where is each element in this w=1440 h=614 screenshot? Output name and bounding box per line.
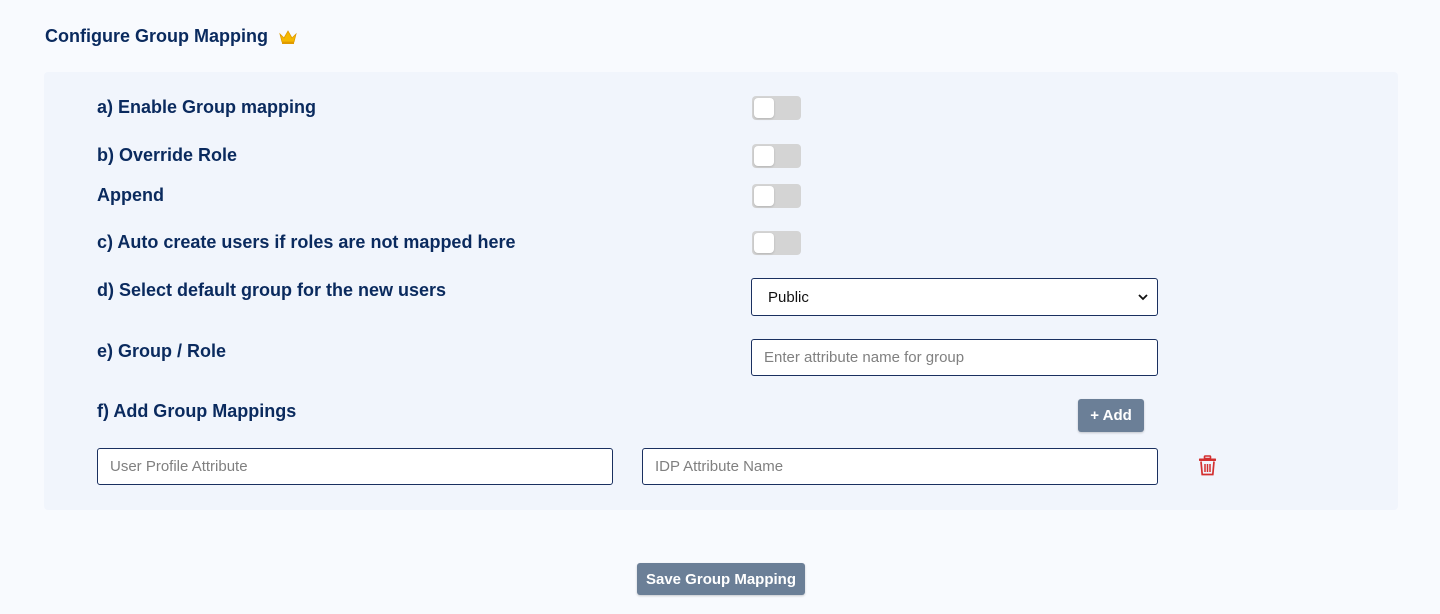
auto-create-users-toggle[interactable] — [752, 231, 801, 255]
page-title: Configure Group Mapping — [45, 26, 268, 46]
toggle-knob — [754, 233, 774, 253]
override-role-toggle[interactable] — [752, 144, 801, 168]
toggle-knob — [754, 186, 774, 206]
chevron-down-icon — [1137, 291, 1149, 303]
default-group-selected-value: Public — [768, 288, 809, 306]
crown-icon — [278, 29, 298, 45]
default-group-label: d) Select default group for the new user… — [97, 280, 447, 300]
toggle-knob — [754, 146, 774, 166]
add-mapping-button[interactable]: + Add — [1078, 399, 1144, 432]
add-group-mappings-label: f) Add Group Mappings — [97, 401, 297, 421]
append-toggle[interactable] — [752, 184, 801, 208]
default-group-select[interactable]: Public — [751, 278, 1158, 316]
idp-attribute-name-input[interactable] — [642, 448, 1158, 485]
page-title-row: Configure Group Mapping — [45, 26, 298, 47]
toggle-knob — [754, 98, 774, 118]
user-profile-attribute-input[interactable] — [97, 448, 613, 485]
save-group-mapping-button[interactable]: Save Group Mapping — [637, 563, 805, 595]
auto-create-users-label: c) Auto create users if roles are not ma… — [97, 232, 516, 252]
trash-icon[interactable] — [1198, 455, 1217, 476]
override-role-label: b) Override Role — [97, 145, 238, 165]
group-role-label: e) Group / Role — [97, 341, 227, 361]
enable-group-mapping-toggle[interactable] — [752, 96, 801, 120]
append-label: Append — [97, 185, 164, 205]
group-mapping-page: Configure Group Mapping a) Enable Group … — [0, 0, 1440, 614]
group-role-input[interactable] — [751, 339, 1158, 376]
enable-group-mapping-label: a) Enable Group mapping — [97, 97, 317, 117]
